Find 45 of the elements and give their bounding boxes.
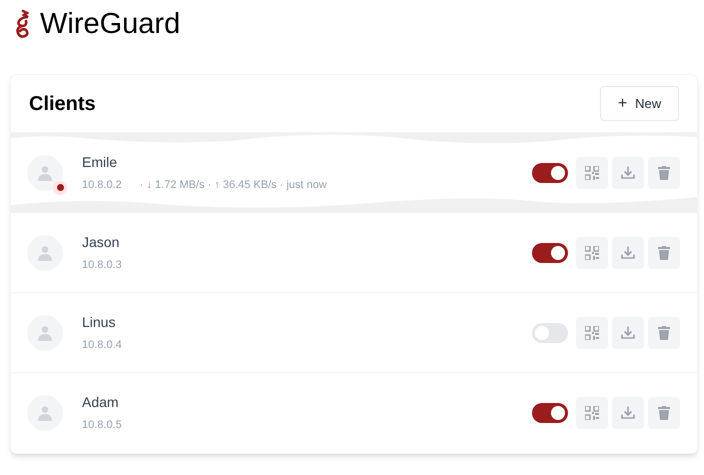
qr-code-icon: [585, 246, 599, 260]
trash-icon: [658, 246, 670, 260]
person-icon: [37, 164, 53, 180]
person-icon: [37, 405, 53, 421]
panel-title: Clients: [29, 92, 96, 116]
client-address: 10.8.0.5: [82, 418, 122, 434]
app-title: WireGuard: [40, 10, 180, 38]
download-icon: [621, 326, 635, 340]
qr-code-button[interactable]: [576, 236, 608, 268]
client-address: 10.8.0.4: [82, 338, 122, 353]
trash-icon: [658, 326, 670, 340]
download-button[interactable]: [612, 236, 644, 268]
download-button[interactable]: [612, 156, 644, 188]
download-button[interactable]: [612, 397, 644, 429]
person-icon: [37, 324, 53, 340]
download-icon: [621, 406, 635, 420]
qr-code-button[interactable]: [576, 397, 608, 429]
client-name: Linus: [82, 312, 116, 332]
delete-button[interactable]: [648, 156, 680, 188]
delete-button[interactable]: [648, 316, 680, 348]
enable-toggle[interactable]: [532, 403, 568, 423]
delete-button[interactable]: [648, 236, 680, 268]
qr-code-button[interactable]: [576, 156, 608, 188]
client-address: 10.8.0.2: [82, 178, 122, 193]
trash-icon: [658, 406, 670, 420]
download-icon: [621, 246, 635, 260]
new-button[interactable]: + New: [600, 86, 679, 121]
delete-button[interactable]: [648, 397, 680, 429]
client-address: 10.8.0.3: [82, 258, 122, 273]
download-button[interactable]: [612, 316, 644, 348]
enable-toggle[interactable]: [532, 242, 568, 262]
qr-code-icon: [585, 406, 599, 420]
download-icon: [621, 166, 635, 180]
client-name: Adam: [82, 393, 120, 412]
qr-code-icon: [585, 326, 599, 340]
person-icon: [37, 244, 53, 260]
client-name: Emile: [82, 152, 118, 172]
enable-toggle[interactable]: [532, 162, 568, 182]
qr-code-icon: [585, 166, 599, 180]
trash-icon: [658, 166, 670, 180]
qr-code-button[interactable]: [576, 316, 608, 348]
client-name: Jason: [82, 232, 120, 252]
dragon-logo-icon: [14, 9, 32, 39]
traffic-stats: · ↓ 1.72 MB/s · ↑ 36.45 KB/s · just now: [140, 178, 327, 193]
enable-toggle[interactable]: [532, 322, 568, 342]
